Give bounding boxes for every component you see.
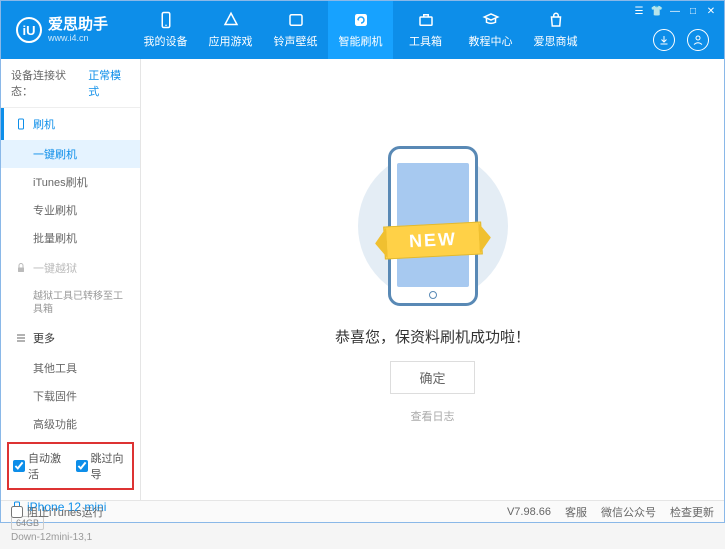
nav-flash[interactable]: 智能刷机 [328,1,393,59]
skin-icon[interactable]: 👕 [650,4,664,18]
flash-icon [352,11,370,29]
nav-store[interactable]: 爱思商城 [523,1,588,59]
app-logo: iU 爱思助手 www.i4.cn [1,17,123,44]
app-url: www.i4.cn [48,33,108,43]
new-ribbon: NEW [383,221,483,259]
minimize-icon[interactable]: — [668,4,682,18]
sidebar-item-pro-flash[interactable]: 专业刷机 [1,196,140,224]
wechat-link[interactable]: 微信公众号 [601,504,656,520]
connection-status: 设备连接状态： 正常模式 [1,59,140,108]
logo-icon: iU [16,17,42,43]
nav-ringtones[interactable]: 铃声壁纸 [263,1,328,59]
nav-tutorials[interactable]: 教程中心 [458,1,523,59]
skip-guide-checkbox[interactable]: 跳过向导 [76,450,129,482]
store-icon [547,11,565,29]
apps-icon [222,11,240,29]
nav-apps[interactable]: 应用游戏 [198,1,263,59]
sidebar-item-download-fw[interactable]: 下载固件 [1,382,140,410]
sidebar-item-advanced[interactable]: 高级功能 [1,410,140,438]
sidebar-item-itunes-flash[interactable]: iTunes刷机 [1,168,140,196]
support-link[interactable]: 客服 [565,504,587,520]
auto-activate-checkbox[interactable]: 自动激活 [13,450,66,482]
main-nav: 我的设备 应用游戏 铃声壁纸 智能刷机 工具箱 教程中心 爱思商城 [133,1,588,59]
download-icon [658,34,670,46]
device-firmware: Down-12mini-13,1 [11,532,130,543]
jailbreak-note: 越狱工具已转移至工具箱 [1,284,140,322]
menu-icon[interactable]: ☰ [632,4,646,18]
user-button[interactable] [687,29,709,51]
tutorial-icon [482,11,500,29]
user-icon [692,34,704,46]
nav-my-device[interactable]: 我的设备 [133,1,198,59]
window-controls: ☰ 👕 — □ ✕ [626,1,724,21]
section-more[interactable]: 更多 [1,322,140,354]
app-header: ☰ 👕 — □ ✕ iU 爱思助手 www.i4.cn 我的设备 应用游戏 铃声… [1,1,724,59]
success-message: 恭喜您，保资料刷机成功啦！ [335,326,530,347]
confirm-button[interactable]: 确定 [390,361,474,394]
sidebar-item-other-tools[interactable]: 其他工具 [1,354,140,382]
phone-icon [157,11,175,29]
status-value: 正常模式 [88,67,130,99]
download-button[interactable] [653,29,675,51]
wallpaper-icon [287,11,305,29]
sidebar-item-oneclick-flash[interactable]: 一键刷机 [1,140,140,168]
toolbox-icon [417,11,435,29]
header-right [653,29,709,51]
flash-options-highlight: 自动激活 跳过向导 [7,442,134,490]
section-flash[interactable]: 刷机 [1,108,140,140]
maximize-icon[interactable]: □ [686,4,700,18]
version-label: V7.98.66 [507,506,551,518]
device-info[interactable]: iPhone 12 mini 64GB Down-12mini-13,1 [1,494,140,549]
update-link[interactable]: 检查更新 [670,504,714,520]
sidebar: 设备连接状态： 正常模式 刷机 一键刷机 iTunes刷机 专业刷机 批量刷机 … [1,59,141,500]
view-log-link[interactable]: 查看日志 [411,408,455,424]
app-name: 爱思助手 [48,17,108,34]
menu-icon [15,332,27,344]
lock-icon [15,262,27,274]
phone-icon [15,118,27,130]
sidebar-item-batch-flash[interactable]: 批量刷机 [1,224,140,252]
success-illustration: NEW [333,136,533,316]
close-icon[interactable]: ✕ [704,4,718,18]
block-itunes-checkbox[interactable]: 阻止iTunes运行 [11,504,104,520]
section-jailbreak[interactable]: 一键越狱 [1,252,140,284]
nav-toolbox[interactable]: 工具箱 [393,1,458,59]
main-content: NEW 恭喜您，保资料刷机成功啦！ 确定 查看日志 [141,59,724,500]
